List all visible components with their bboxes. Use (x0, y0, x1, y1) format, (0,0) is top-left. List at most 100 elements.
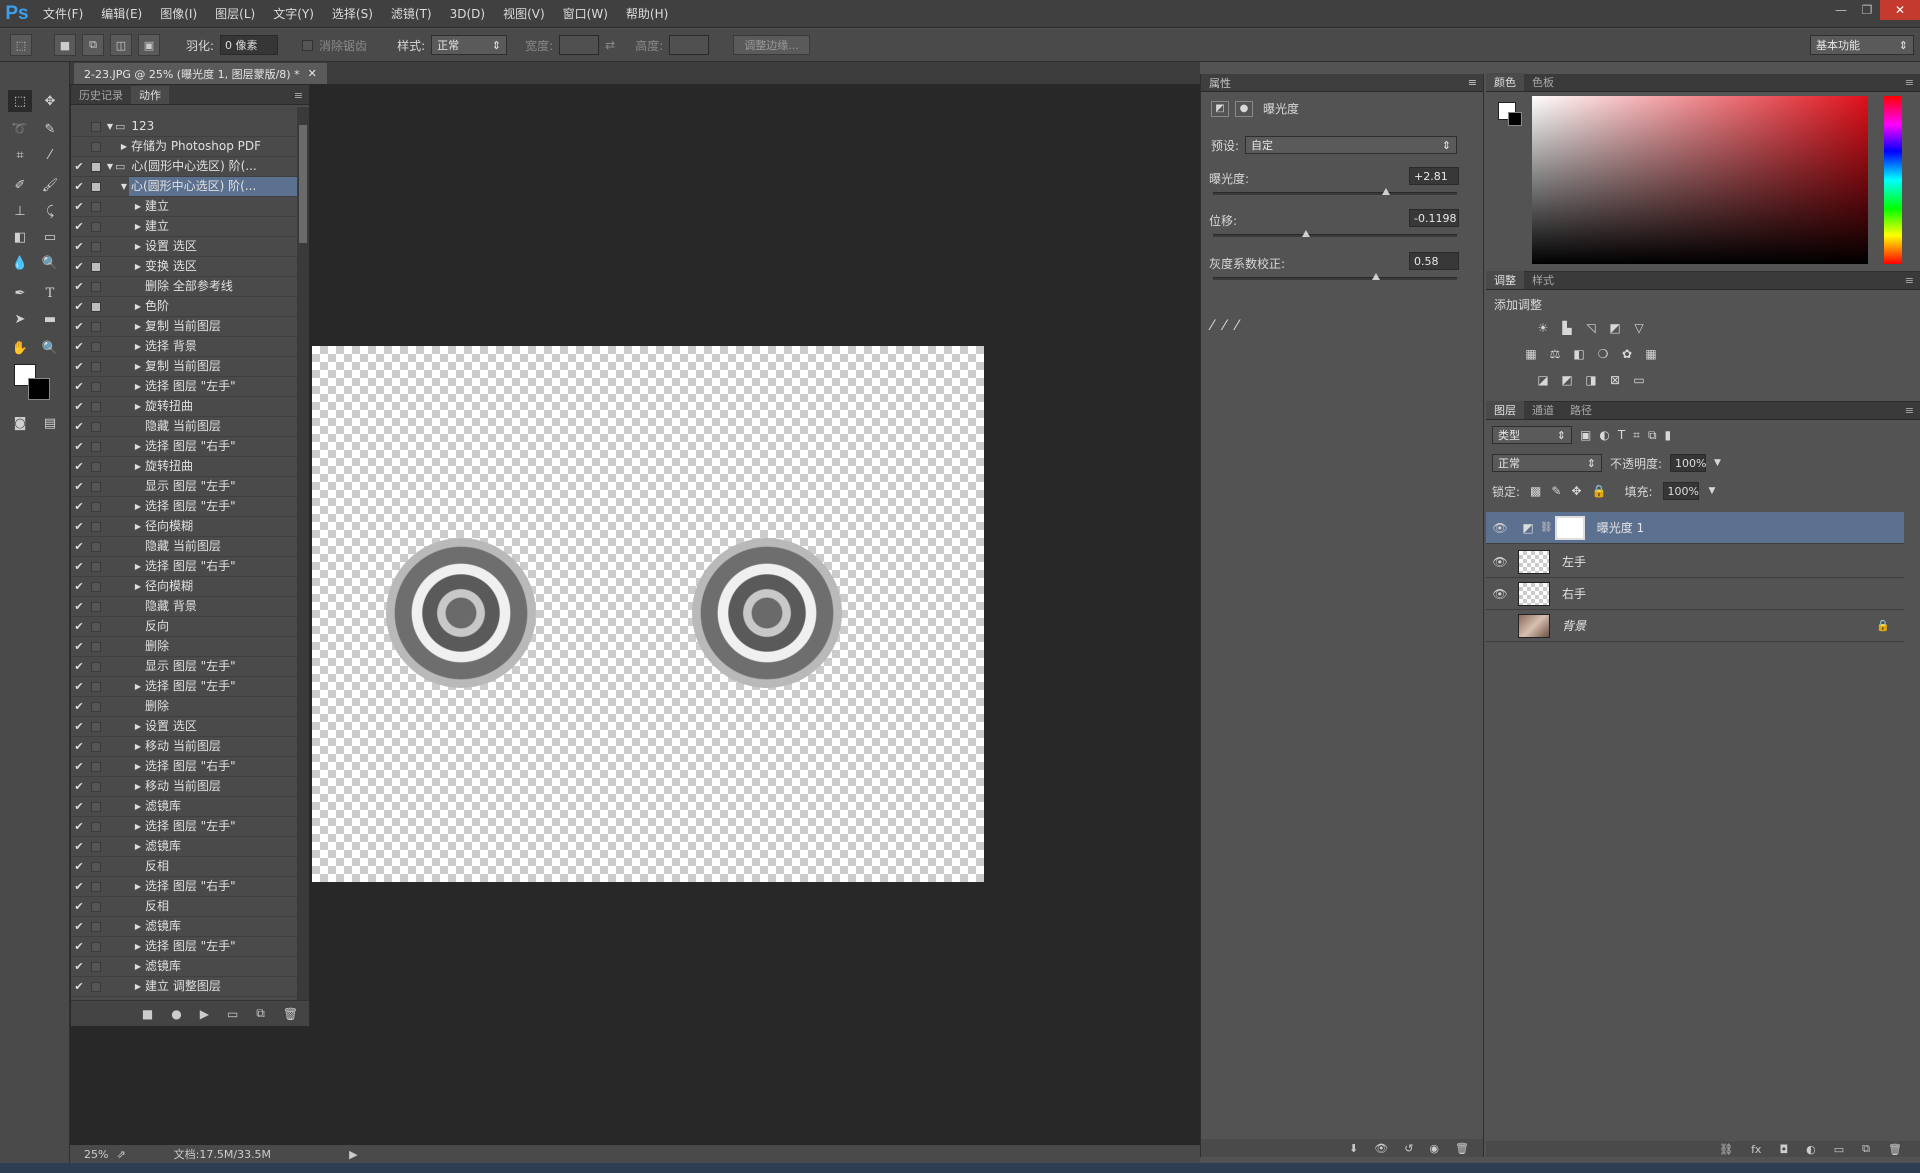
clip-to-layer-icon[interactable]: ⬇ (1349, 1142, 1358, 1155)
action-enabled-check[interactable]: ✔ (71, 700, 87, 713)
selective-color-icon[interactable]: ⊠ (1606, 372, 1624, 388)
white-point-eyedropper-icon[interactable]: ⁄ (1236, 318, 1238, 334)
export-icon[interactable]: ⇗ (116, 1148, 125, 1161)
type-filter-icon[interactable]: T (1618, 428, 1625, 442)
opacity-input[interactable]: 100% (1670, 454, 1707, 472)
chevron-down-icon[interactable]: ▼ (1709, 486, 1716, 496)
action-enabled-check[interactable]: ✔ (71, 660, 87, 673)
action-row[interactable]: ✔ 删除 (71, 637, 297, 657)
panel-menu-icon[interactable]: ≡ (1899, 73, 1920, 91)
delete-adjustment-icon[interactable]: 🗑 (1455, 1142, 1469, 1155)
action-enabled-check[interactable]: ✔ (71, 940, 87, 953)
action-row[interactable]: ✔ ▶ 移动 当前图层 (71, 777, 297, 797)
action-enabled-check[interactable]: ✔ (71, 740, 87, 753)
expand-triangle-icon[interactable]: ▶ (133, 522, 143, 531)
dialog-toggle[interactable] (91, 121, 101, 132)
tab-styles[interactable]: 样式 (1524, 271, 1562, 289)
action-enabled-check[interactable]: ✔ (71, 300, 87, 313)
expand-triangle-icon[interactable]: ▼ (105, 122, 115, 131)
expand-triangle-icon[interactable]: ▶ (133, 222, 143, 231)
action-enabled-check[interactable]: ✔ (71, 820, 87, 833)
history-brush-tool-icon[interactable]: ⤹ (38, 200, 62, 222)
dialog-toggle[interactable] (91, 181, 101, 192)
crop-tool-icon[interactable]: ⌗ (8, 144, 32, 166)
dialog-toggle[interactable] (91, 341, 101, 352)
action-row[interactable]: ✔ ▶ 选择 图层 "左手" (71, 937, 297, 957)
action-row[interactable]: ▼ ▭ 123 (71, 117, 297, 137)
workspace-select[interactable]: 基本功能 ⇕ (1810, 35, 1914, 55)
dialog-toggle[interactable] (91, 581, 101, 592)
dialog-toggle[interactable] (91, 561, 101, 572)
fill-input[interactable]: 100% (1662, 482, 1699, 500)
action-enabled-check[interactable]: ✔ (71, 720, 87, 733)
marquee-preset-icon[interactable]: ⬚ (10, 34, 32, 56)
expand-triangle-icon[interactable]: ▶ (133, 562, 143, 571)
height-input[interactable] (669, 35, 710, 55)
dialog-toggle[interactable] (91, 661, 101, 672)
action-row[interactable]: ✔ 删除 (71, 697, 297, 717)
action-enabled-check[interactable]: ✔ (71, 900, 87, 913)
action-enabled-check[interactable]: ✔ (71, 920, 87, 933)
dialog-toggle[interactable] (91, 761, 101, 772)
panel-menu-icon[interactable]: ≡ (288, 86, 309, 104)
dialog-toggle[interactable] (91, 801, 101, 812)
action-row[interactable]: ✔ ▼ 心(圆形中心选区) 阶(... (71, 177, 297, 197)
dialog-toggle[interactable] (91, 201, 101, 212)
menu-item[interactable]: 文件(F) (34, 0, 92, 28)
new-selection-icon[interactable]: ■ (54, 34, 76, 56)
action-row[interactable]: ✔ ▶ 滤镜库 (71, 837, 297, 857)
visibility-eye-icon[interactable]: 👁 (1486, 555, 1514, 569)
zoom-level[interactable]: 25% (84, 1148, 108, 1161)
document-tab[interactable]: 2-23.JPG @ 25% (曝光度 1, 图层蒙版/8) * ✕ (74, 63, 327, 84)
lasso-tool-icon[interactable]: ➰ (8, 118, 32, 140)
dialog-toggle[interactable] (91, 221, 101, 232)
action-row[interactable]: ✔ ▶ 建立 调整图层 (71, 977, 297, 997)
action-row[interactable]: ✔ 反向 (71, 617, 297, 637)
action-enabled-check[interactable]: ✔ (71, 340, 87, 353)
action-enabled-check[interactable]: ✔ (71, 780, 87, 793)
dialog-toggle[interactable] (91, 721, 101, 732)
exposure-adjust-icon[interactable]: ◩ (1211, 100, 1229, 117)
action-enabled-check[interactable]: ✔ (71, 640, 87, 653)
action-enabled-check[interactable]: ✔ (71, 880, 87, 893)
action-row[interactable]: ✔ ▶ 变换 选区 (71, 257, 297, 277)
expand-triangle-icon[interactable]: ▶ (133, 962, 143, 971)
layer-filter-select[interactable]: 类型 ⇕ (1492, 426, 1572, 444)
action-row[interactable]: ✔ ▼ ▭ 心(圆形中心选区) 阶(... (71, 157, 297, 177)
action-enabled-check[interactable]: ✔ (71, 180, 87, 193)
dialog-toggle[interactable] (91, 161, 101, 172)
dialog-toggle[interactable] (91, 301, 101, 312)
dialog-toggle[interactable] (91, 641, 101, 652)
lock-position-icon[interactable]: ✥ (1571, 484, 1581, 498)
action-row[interactable]: ✔ ▶ 色阶 (71, 297, 297, 317)
color-lookup-icon[interactable]: ▦ (1642, 346, 1660, 362)
action-enabled-check[interactable]: ✔ (71, 320, 87, 333)
expand-triangle-icon[interactable]: ▶ (133, 982, 143, 991)
dialog-toggle[interactable] (91, 621, 101, 632)
gamma-slider[interactable] (1213, 273, 1457, 280)
action-row[interactable]: ▶ 存储为 Photoshop PDF (71, 137, 297, 157)
subtract-selection-icon[interactable]: ◫ (110, 34, 132, 56)
filter-toggle-icon[interactable]: ▮ (1665, 428, 1672, 442)
menu-item[interactable]: 3D(D) (441, 0, 494, 28)
color-balance-icon[interactable]: ⚖ (1546, 346, 1564, 362)
action-row[interactable]: ✔ ▶ 建立 (71, 197, 297, 217)
invert-icon[interactable]: ◪ (1534, 372, 1552, 388)
blur-tool-icon[interactable]: 💧 (8, 252, 32, 274)
dialog-toggle[interactable] (91, 921, 101, 932)
action-enabled-check[interactable]: ✔ (71, 160, 87, 173)
expand-triangle-icon[interactable]: ▶ (133, 762, 143, 771)
status-menu-icon[interactable]: ▶ (349, 1148, 357, 1161)
action-row[interactable]: ✔ ▶ 滤镜库 (71, 917, 297, 937)
dialog-toggle[interactable] (91, 701, 101, 712)
path-select-tool-icon[interactable]: ➤ (8, 308, 32, 330)
dialog-toggle[interactable] (91, 821, 101, 832)
expand-triangle-icon[interactable]: ▶ (133, 742, 143, 751)
restore-icon[interactable]: ❐ (1854, 0, 1880, 20)
visibility-icon[interactable]: ◉ (1429, 1142, 1439, 1155)
expand-triangle-icon[interactable]: ▶ (133, 502, 143, 511)
type-tool-icon[interactable]: T (38, 282, 62, 304)
dialog-toggle[interactable] (91, 261, 101, 272)
action-enabled-check[interactable]: ✔ (71, 260, 87, 273)
action-row[interactable]: ✔ 显示 图层 "左手" (71, 477, 297, 497)
